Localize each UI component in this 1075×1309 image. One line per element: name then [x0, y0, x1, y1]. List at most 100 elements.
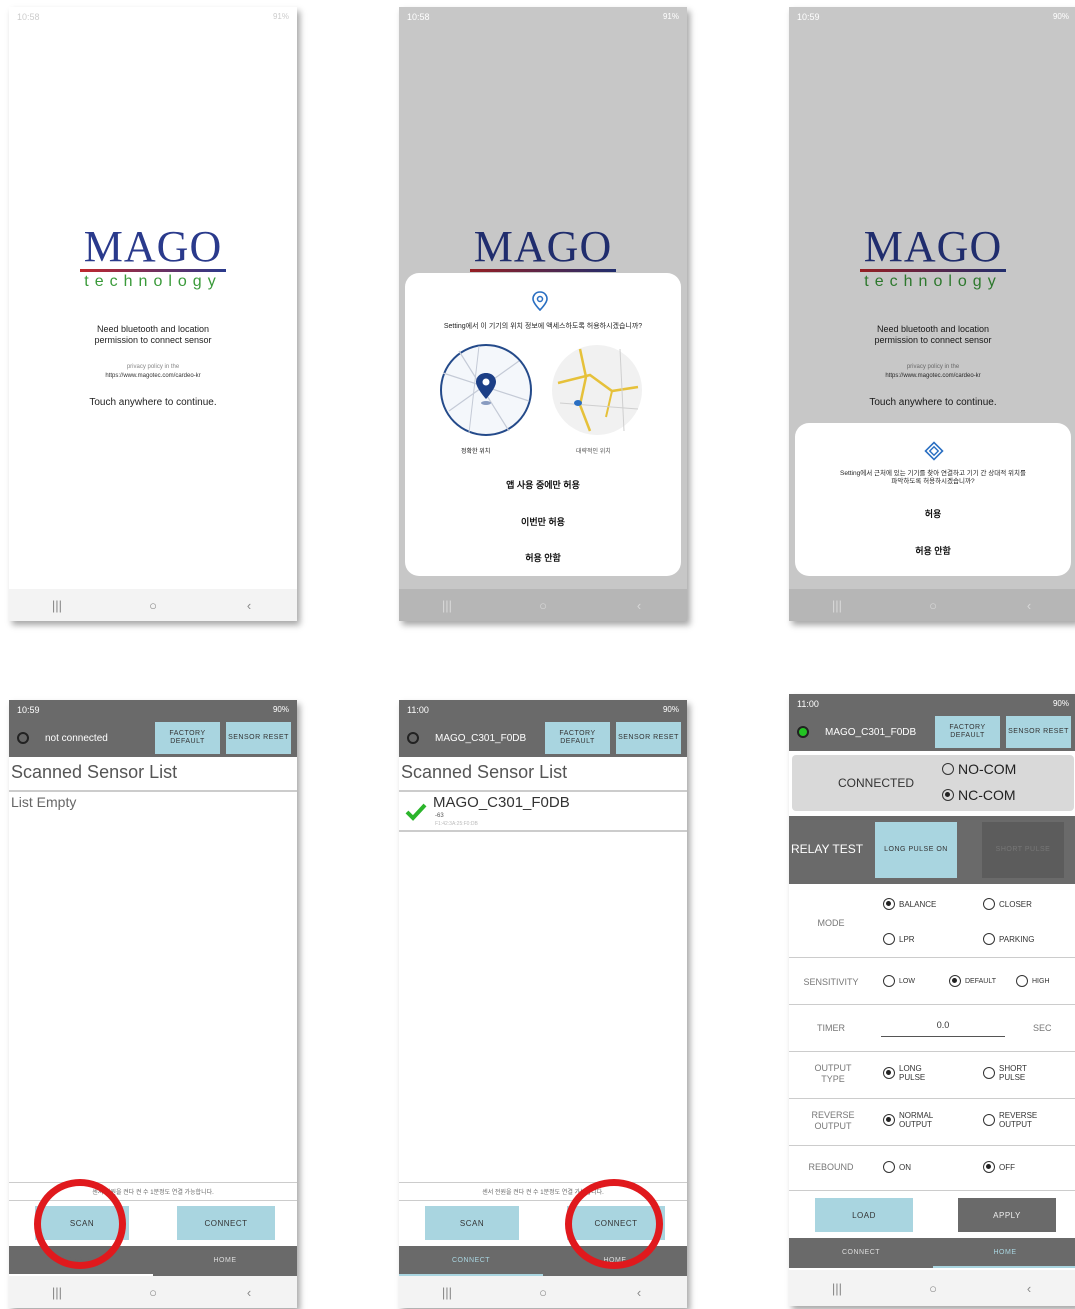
list-item[interactable]: MAGO_C301_F0DB -63 F1:42:3A:25:F0:DB	[399, 794, 687, 832]
out-long-pulse-radio[interactable]	[883, 1067, 895, 1079]
connection-led	[797, 726, 809, 738]
relay-test-label: RELAY TEST	[791, 842, 864, 856]
mode-lpr-radio[interactable]	[883, 933, 895, 945]
tab-connect[interactable]: CONNECT	[399, 1246, 543, 1276]
deny-button[interactable]: 허용 안함	[795, 544, 1071, 557]
sensitivity-row: SENSITIVITY LOW DEFAULT HIGH	[789, 959, 1075, 1005]
nc-com-option[interactable]: NC-COM	[942, 787, 1016, 803]
mode-closer-option[interactable]: CLOSER	[983, 898, 1032, 910]
approximate-location-map-icon[interactable]	[550, 343, 644, 437]
rebound-off-option[interactable]: OFF	[983, 1161, 1015, 1173]
no-com-radio[interactable]	[942, 763, 954, 775]
back-icon[interactable]: ‹	[1009, 1281, 1049, 1296]
dialog-text-line-1: Setting에서 근처에 있는 기기를 찾아 연결하고 기기 간 상대적 위치…	[840, 470, 1026, 477]
privacy-label: privacy policy in the	[126, 364, 180, 370]
allow-once-button[interactable]: 이번만 허용	[405, 515, 681, 528]
recents-icon[interactable]: |||	[37, 598, 77, 613]
sensor-reset-button[interactable]: SENSOR RESET	[616, 722, 681, 754]
rebound-on-radio[interactable]	[883, 1161, 895, 1173]
timer-input[interactable]: 0.0	[881, 1020, 1005, 1037]
apply-button[interactable]: APPLY	[958, 1198, 1056, 1232]
tab-home[interactable]: HOME	[933, 1238, 1075, 1268]
normal-output-option[interactable]: NORMAL OUTPUT	[883, 1111, 939, 1129]
mode-parking-option[interactable]: PARKING	[983, 933, 1034, 945]
recents-icon[interactable]: |||	[817, 1281, 857, 1296]
continue-text[interactable]: Touch anywhere to continue.	[9, 397, 297, 408]
sens-low-option[interactable]: LOW	[883, 975, 915, 987]
phone-screen-scan-found: 11:00 90% MAGO_C301_F0DB FACTORY DEFAULT…	[399, 700, 687, 1308]
device-name: MAGO_C301_F0DB	[435, 732, 527, 744]
mode-balance-radio[interactable]	[883, 898, 895, 910]
home-icon[interactable]: ○	[523, 1285, 563, 1300]
privacy-url[interactable]: https://www.magotec.com/cardeo-kr	[9, 372, 297, 381]
status-time: 11:00	[407, 704, 429, 715]
short-pulse-button[interactable]: SHORT PULSE	[982, 822, 1064, 878]
scan-button[interactable]: SCAN	[425, 1206, 519, 1240]
precise-location-label: 정확한 위치	[461, 449, 491, 455]
permission-message[interactable]: Need bluetooth and location permission t…	[9, 324, 297, 346]
sens-low-label: LOW	[899, 977, 915, 985]
sens-high-radio[interactable]	[1016, 975, 1028, 987]
back-icon[interactable]: ‹	[619, 1285, 659, 1300]
long-pulse-on-button[interactable]: LONG PULSE ON	[875, 822, 957, 878]
privacy-policy[interactable]: privacy policy in the https://www.magote…	[9, 363, 297, 381]
logo-technology: technology	[84, 273, 222, 290]
out-long-pulse-label: LONG PULSE	[899, 1064, 926, 1082]
reverse-output-option[interactable]: REVERSE OUTPUT	[983, 1111, 1041, 1129]
status-bar: 11:00 90%	[789, 694, 1075, 713]
back-icon[interactable]: ‹	[1009, 598, 1049, 613]
sens-high-option[interactable]: HIGH	[1016, 975, 1050, 987]
home-icon[interactable]: ○	[913, 1281, 953, 1296]
status-icons: 90%	[1052, 699, 1069, 708]
home-icon[interactable]: ○	[523, 598, 563, 613]
no-com-option[interactable]: NO-COM	[942, 761, 1016, 777]
bottom-tabs: CONNECT HOME	[789, 1238, 1075, 1268]
normal-output-radio[interactable]	[883, 1114, 895, 1126]
rebound-on-option[interactable]: ON	[883, 1161, 911, 1173]
sens-default-radio[interactable]	[949, 975, 961, 987]
recents-icon[interactable]: |||	[427, 1285, 467, 1300]
mode-closer-radio[interactable]	[983, 898, 995, 910]
deny-button[interactable]: 허용 안함	[405, 551, 681, 564]
status-time: 11:00	[797, 698, 819, 709]
factory-default-button[interactable]: FACTORY DEFAULT	[155, 722, 220, 754]
reverse-output-row: REVERSE OUTPUT NORMAL OUTPUT REVERSE OUT…	[789, 1100, 1075, 1146]
recents-icon[interactable]: |||	[427, 598, 467, 613]
sensor-reset-button[interactable]: SENSOR RESET	[226, 722, 291, 754]
tab-connect[interactable]: CONNECT	[789, 1238, 933, 1268]
reverse-output-radio[interactable]	[983, 1114, 995, 1126]
sensor-reset-button[interactable]: SENSOR RESET	[1006, 716, 1071, 748]
phone-screen-home-settings: 11:00 90% MAGO_C301_F0DB FACTORY DEFAULT…	[789, 694, 1075, 1306]
factory-default-button[interactable]: FACTORY DEFAULT	[545, 722, 610, 754]
nav-bar: ||| ○ ‹	[789, 1270, 1075, 1306]
allow-button[interactable]: 허용	[795, 507, 1071, 520]
sens-low-radio[interactable]	[883, 975, 895, 987]
rebound-off-radio[interactable]	[983, 1161, 995, 1173]
sens-default-option[interactable]: DEFAULT	[949, 975, 996, 987]
out-short-pulse-option[interactable]: SHORT PULSE	[983, 1064, 1031, 1082]
nearby-devices-icon	[924, 441, 944, 461]
factory-default-button[interactable]: FACTORY DEFAULT	[935, 716, 1000, 748]
highlight-circle	[565, 1179, 663, 1269]
connect-button[interactable]: CONNECT	[177, 1206, 275, 1240]
rebound-label: REBOUND	[808, 1162, 854, 1172]
mode-lpr-option[interactable]: LPR	[883, 933, 915, 945]
home-icon[interactable]: ○	[133, 1285, 173, 1300]
mode-balance-option[interactable]: BALANCE	[883, 898, 936, 910]
tab-home[interactable]: HOME	[153, 1246, 297, 1276]
out-long-pulse-option[interactable]: LONG PULSE	[883, 1064, 927, 1082]
home-icon[interactable]: ○	[913, 598, 953, 613]
out-short-pulse-radio[interactable]	[983, 1067, 995, 1079]
output-type-label: OUTPUT TYPE	[814, 1063, 852, 1084]
load-button[interactable]: LOAD	[815, 1198, 913, 1232]
mode-parking-radio[interactable]	[983, 933, 995, 945]
recents-icon[interactable]: |||	[37, 1285, 77, 1300]
recents-icon[interactable]: |||	[817, 598, 857, 613]
precise-location-map-icon[interactable]	[439, 343, 533, 437]
home-icon[interactable]: ○	[133, 598, 173, 613]
nc-com-radio[interactable]	[942, 789, 954, 801]
back-icon[interactable]: ‹	[229, 598, 269, 613]
allow-while-using-button[interactable]: 앱 사용 중에만 허용	[405, 478, 681, 491]
back-icon[interactable]: ‹	[229, 1285, 269, 1300]
back-icon[interactable]: ‹	[619, 598, 659, 613]
